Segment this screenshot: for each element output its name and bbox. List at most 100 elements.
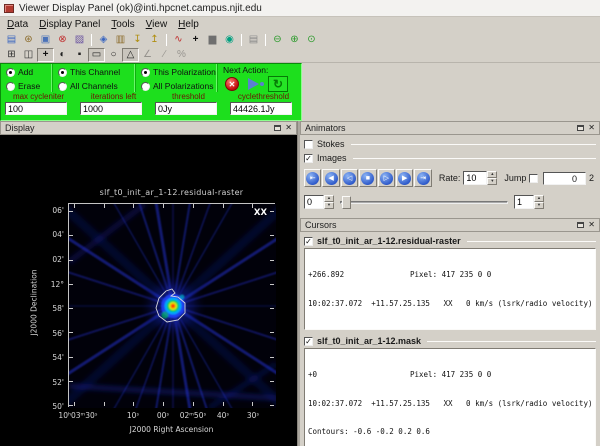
rate-spinbox[interactable]: ▲▼ (463, 171, 497, 185)
zoom-tool-icon[interactable]: ⊞ (3, 48, 20, 62)
menu-tools[interactable]: Tools (107, 18, 141, 31)
menu-view[interactable]: View (142, 18, 175, 31)
iterations-left-input[interactable] (80, 102, 142, 115)
radio-this-channel[interactable]: This Channel (58, 66, 135, 78)
play-reverse-button[interactable]: ◁ (341, 169, 358, 187)
frame-current-spinbox[interactable]: ▲▼ (304, 195, 334, 209)
step-back-button[interactable]: ◀ (322, 169, 339, 187)
close-panel-icon[interactable]: ✕ (588, 124, 595, 132)
cursors-header: Cursors ✕ (300, 218, 600, 232)
images-checkbox[interactable]: ✓ (304, 154, 313, 163)
channel-group: This Channel All Channels (53, 64, 136, 92)
play-forward-button[interactable]: ▷ (378, 169, 395, 187)
residual-raster-image[interactable] (69, 204, 276, 408)
menu-display-panel[interactable]: Display Panel (35, 18, 107, 31)
menu-data[interactable]: Data (3, 18, 35, 31)
spectral-profile-icon[interactable]: ∿ (170, 33, 187, 47)
radio-erase[interactable]: Erase (6, 80, 52, 92)
tick-mark (69, 211, 73, 212)
save-image-icon[interactable]: ↧ (129, 33, 146, 47)
float-panel-icon[interactable] (577, 125, 584, 131)
tick-mark (69, 308, 73, 309)
spin-down-icon[interactable]: ▼ (534, 202, 544, 209)
radio-all-polarizations[interactable]: All Polarizations (141, 80, 217, 92)
last-frame-button[interactable]: ⇥ (414, 169, 431, 187)
rate-input[interactable] (463, 171, 487, 185)
radio-all-channels[interactable]: All Channels (58, 80, 135, 92)
colormap-tool-icon[interactable]: ◐ (54, 48, 71, 62)
rectangle-tool-icon[interactable]: ▭ (88, 48, 105, 62)
zoom-in-icon[interactable]: ⊕ (286, 33, 303, 47)
refresh-clean-button[interactable]: ↻ (268, 76, 288, 92)
pan-tool-icon[interactable]: + (37, 48, 54, 62)
ellipse-tool-icon[interactable]: ○ (105, 48, 122, 62)
continue-clean-button[interactable] (248, 78, 259, 90)
zoom-fit-icon[interactable]: ⊙ (303, 33, 320, 47)
ytick-label: 58' (18, 304, 64, 313)
frame-current-input[interactable] (304, 195, 324, 209)
radio-add[interactable]: Add (6, 66, 52, 78)
radio-all-channels-circle[interactable] (58, 82, 67, 91)
canvas-manager-icon[interactable]: ▥ (112, 33, 129, 47)
radio-add-circle[interactable] (6, 68, 15, 77)
spin-up-icon[interactable]: ▲ (324, 195, 334, 202)
data-manager-icon[interactable]: ▤ (3, 33, 20, 47)
radio-this-channel-circle[interactable] (58, 68, 67, 77)
image-check-icon[interactable]: ▨ (71, 33, 88, 47)
shape-manager-icon[interactable]: ◉ (221, 33, 238, 47)
close-panel-icon[interactable]: ✕ (285, 124, 292, 132)
polyline-tool-icon: ∠ (139, 48, 156, 62)
spin-up-icon[interactable]: ▲ (534, 195, 544, 202)
radio-this-polarization[interactable]: This Polarization (141, 66, 217, 78)
frame-last-spinbox[interactable]: ▲▼ (514, 195, 544, 209)
stop-play-button[interactable]: ■ (359, 169, 376, 187)
frame-last-input[interactable] (514, 195, 534, 209)
toolbar-separator (265, 34, 266, 46)
tick-mark (69, 405, 73, 406)
spin-up-icon[interactable]: ▲ (487, 171, 497, 178)
polygon-tool-icon[interactable]: △ (122, 48, 139, 62)
cyclethreshold-input[interactable] (230, 102, 292, 115)
first-frame-button[interactable]: ⇤ (304, 169, 321, 187)
float-panel-icon[interactable] (577, 222, 584, 228)
zoom-out-icon[interactable]: ⊖ (269, 33, 286, 47)
max-cycleniter-input[interactable] (5, 102, 67, 115)
data-options-icon[interactable]: ⊛ (20, 33, 37, 47)
step-forward-button[interactable]: ▶ (396, 169, 413, 187)
radio-this-polarization-circle[interactable] (141, 68, 150, 77)
stokes-checkbox[interactable] (304, 140, 313, 149)
fit-window-icon[interactable]: + (187, 33, 204, 47)
pv-tool-icon: % (173, 48, 190, 62)
stretch-tool-icon[interactable]: ◫ (20, 48, 37, 62)
menu-help[interactable]: Help (174, 18, 206, 31)
histogram-icon[interactable]: ▆ (204, 33, 221, 47)
spin-down-icon[interactable]: ▼ (487, 178, 497, 185)
slider-handle[interactable] (342, 196, 351, 209)
point-tool-icon[interactable]: ▪ (71, 48, 88, 62)
spin-down-icon[interactable]: ▼ (324, 202, 334, 209)
image-display[interactable]: slf_t0_init_ar_1-12.residual-raster (0, 135, 297, 446)
ytick-label: 56' (18, 329, 64, 338)
jump-field[interactable]: 0 (543, 172, 586, 185)
jump-checkbox[interactable] (529, 174, 538, 183)
stop-clean-button[interactable]: ✕ (225, 77, 239, 91)
tracker-checkbox[interactable]: ✓ (304, 237, 313, 246)
tick-mark (270, 405, 274, 406)
frame-slider[interactable] (340, 195, 508, 209)
threshold-input[interactable] (155, 102, 217, 115)
main-content: Display ✕ slf_t0_init_ar_1-12.residual-r… (0, 121, 600, 446)
main-toolbar: ▤ ⊛ ▣ ⊗ ▨ ◈ ▥ ↧ ↥ ∿ + ▆ ◉ ▤ ⊖ ⊕ ⊙ (0, 32, 600, 48)
region-manager-icon[interactable]: ▣ (37, 33, 54, 47)
restore-image-icon[interactable]: ↥ (146, 33, 163, 47)
close-image-icon[interactable]: ⊗ (54, 33, 71, 47)
new-panel-icon[interactable]: ◈ (95, 33, 112, 47)
plot-frame[interactable]: XX (68, 203, 275, 407)
polarization-label: XX (254, 208, 267, 218)
radio-erase-circle[interactable] (6, 82, 15, 91)
print-icon[interactable]: ▤ (245, 33, 262, 47)
clean-control-panel: Add Erase This Channel All Channels This… (0, 63, 302, 121)
close-panel-icon[interactable]: ✕ (588, 221, 595, 229)
float-panel-icon[interactable] (274, 125, 281, 131)
tracker-checkbox[interactable]: ✓ (304, 337, 313, 346)
radio-all-polarizations-circle[interactable] (141, 82, 150, 91)
